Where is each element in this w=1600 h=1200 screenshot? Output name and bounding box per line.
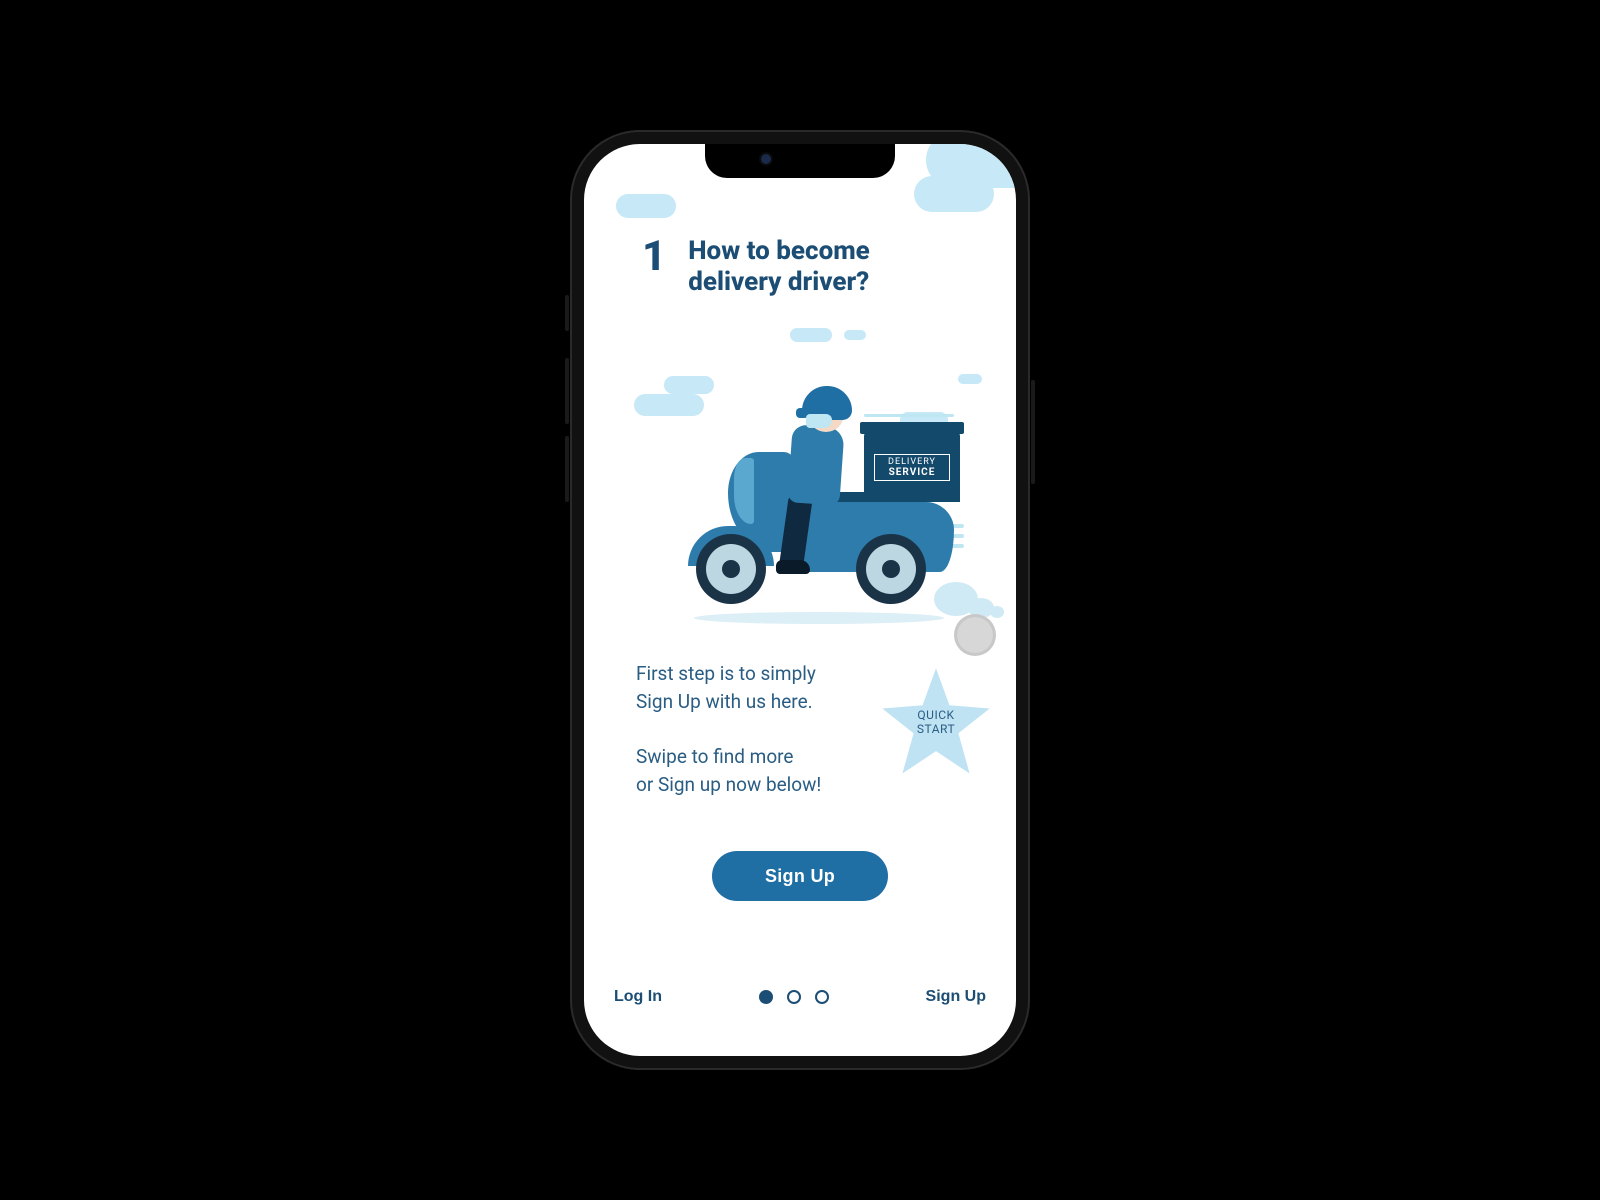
delivery-box-line: SERVICE [875, 467, 949, 478]
cloud-icon [616, 194, 676, 218]
front-camera-icon [761, 154, 771, 164]
assistive-touch-button[interactable] [954, 614, 996, 656]
screen: 1 How to become delivery driver? [584, 144, 1016, 1056]
volume-up-button[interactable] [565, 358, 569, 424]
volume-down-button[interactable] [565, 436, 569, 502]
delivery-box-line: DELIVERY [875, 457, 949, 467]
phone-frame: 1 How to become delivery driver? [570, 130, 1030, 1070]
log-in-button[interactable]: Log In [614, 988, 662, 1006]
page-title: How to become delivery driver? [688, 236, 870, 298]
power-button[interactable] [1031, 380, 1035, 484]
title-line: How to become [688, 236, 870, 267]
quick-start-badge[interactable]: QUICK START [880, 666, 992, 778]
scooter-icon: DELIVERY SERVICE [634, 374, 962, 604]
exhaust-icon [990, 606, 1004, 618]
delivery-box-label: DELIVERY SERVICE [874, 454, 950, 481]
body-copy: First step is to simply Sign Up with us … [636, 660, 896, 798]
cloud-icon [914, 176, 994, 212]
page-dot-3[interactable] [815, 990, 829, 1004]
sign-up-button[interactable]: Sign Up [712, 851, 888, 901]
body-line: Swipe to find more [636, 743, 896, 771]
cloud-icon [844, 330, 866, 340]
quick-start-label: QUICK START [880, 666, 992, 778]
heading: 1 How to become delivery driver? [642, 236, 976, 298]
footer-nav: Log In Sign Up [584, 988, 1016, 1006]
mute-switch[interactable] [565, 295, 569, 331]
page-dot-1[interactable] [759, 990, 773, 1004]
step-number: 1 [642, 236, 666, 278]
body-line: or Sign up now below! [636, 771, 896, 799]
title-line: delivery driver? [688, 267, 870, 298]
sign-up-link[interactable]: Sign Up [926, 988, 986, 1006]
page-dot-2[interactable] [787, 990, 801, 1004]
notch [705, 144, 895, 178]
scooter-illustration: DELIVERY SERVICE [584, 334, 1016, 624]
mask-icon [806, 414, 832, 428]
onboarding-content[interactable]: 1 How to become delivery driver? [584, 144, 1016, 1056]
body-line: First step is to simply [636, 660, 896, 688]
cloud-icon [790, 328, 832, 342]
body-line: Sign Up with us here. [636, 688, 896, 716]
page-indicator [759, 990, 829, 1004]
